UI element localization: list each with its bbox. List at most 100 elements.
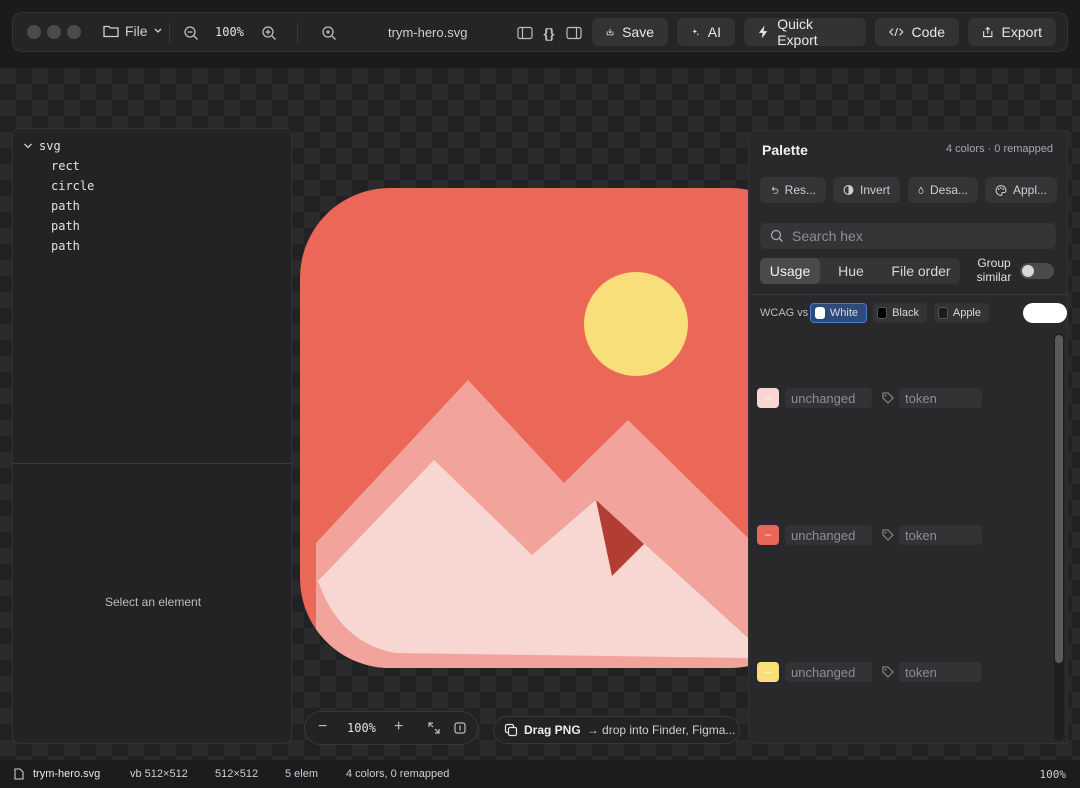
tree-node-label: svg [39, 139, 61, 153]
color-row[interactable]: – unchanged token [749, 388, 1049, 410]
zoom-fit-button[interactable] [319, 23, 339, 43]
zoom-out-icon [184, 26, 198, 40]
plus-icon[interactable]: + [394, 718, 403, 736]
tree-node[interactable]: path [51, 199, 80, 213]
copy-image-icon [504, 723, 518, 737]
hex-search-field[interactable]: Search hex [760, 223, 1056, 249]
file-menu[interactable]: File [103, 23, 162, 39]
tag-icon [882, 666, 894, 678]
quick-export-label: Quick Export [777, 16, 818, 48]
sort-tab-file-order[interactable]: File order [882, 258, 960, 284]
wcag-option-apple[interactable]: Apple [934, 303, 989, 323]
minus-icon[interactable]: − [318, 718, 327, 736]
group-similar-label: Group similar [976, 256, 1012, 284]
desaturate-label: Desa... [929, 183, 968, 197]
wcag-option-label: Apple [952, 307, 981, 319]
group-similar-toggle[interactable] [1020, 263, 1054, 279]
code-button[interactable]: Code [875, 18, 959, 46]
color-row[interactable]: – unchanged token [749, 662, 1049, 684]
color-row[interactable]: – unchanged token [749, 525, 1049, 547]
zoom-in-button[interactable] [259, 23, 279, 43]
artwork-preview[interactable] [300, 188, 748, 668]
sparkles-icon [692, 28, 700, 36]
wcag-option-white[interactable]: White [810, 303, 867, 323]
status-viewbox: vb 512×512 [130, 768, 188, 780]
wcag-option-label: White [829, 307, 858, 319]
chevron-down-icon[interactable] [23, 142, 33, 150]
black-swatch-icon [877, 307, 888, 319]
palette-title: Palette [762, 142, 808, 158]
invert-button[interactable]: Invert [833, 177, 900, 203]
file-menu-label: File [125, 23, 148, 39]
reset-button[interactable]: Res... [760, 177, 826, 203]
color-status-field[interactable]: unchanged [785, 525, 872, 545]
lightning-icon [758, 25, 768, 39]
export-label: Export [1001, 24, 1042, 40]
hex-search-placeholder: Search hex [792, 228, 863, 244]
artwork-sun [584, 272, 688, 376]
braces-icon: {} [543, 25, 555, 41]
toggle-sidebar-button[interactable] [515, 23, 535, 43]
layer-tree: svg rect circle path path path [13, 129, 291, 464]
palette-divider [749, 294, 1067, 295]
tree-node[interactable]: path [51, 239, 80, 253]
actual-size-icon[interactable] [454, 722, 466, 734]
toolbar: File 100% trym-hero.svg {} Save AI Quick… [12, 12, 1068, 52]
minimize-window-button[interactable] [47, 25, 61, 39]
color-token-field[interactable]: token [899, 662, 982, 682]
ai-label: AI [707, 24, 721, 40]
droplet-icon [918, 186, 924, 194]
status-filename: trym-hero.svg [33, 768, 101, 780]
apply-palette-button[interactable]: Appl... [985, 177, 1057, 203]
folder-icon [103, 25, 119, 38]
canvas-zoom-control: − 100% + [304, 711, 478, 745]
chevron-down-icon [154, 28, 162, 33]
window-controls [27, 25, 81, 39]
tag-icon [882, 392, 894, 404]
toolbar-divider [169, 23, 170, 43]
layers-panel: svg rect circle path path path Select an… [12, 128, 292, 744]
wcag-option-black[interactable]: Black [873, 303, 927, 323]
save-button[interactable]: Save [592, 18, 668, 46]
invert-label: Invert [859, 183, 890, 197]
color-swatch[interactable]: – [757, 662, 779, 682]
zoom-level: 100% [215, 25, 244, 39]
quick-export-button[interactable]: Quick Export [744, 16, 866, 48]
wcag-label: WCAG vs [760, 307, 809, 319]
toggle-inspector-button[interactable] [564, 23, 584, 43]
sort-tab-usage[interactable]: Usage [760, 258, 820, 284]
export-button[interactable]: Export [968, 18, 1056, 46]
sidebar-right-icon [566, 26, 582, 40]
zoom-in-icon [262, 26, 276, 40]
sort-tab-hue[interactable]: Hue [820, 258, 882, 284]
white-swatch-icon [815, 307, 825, 319]
palette-scrollbar-thumb[interactable] [1055, 335, 1063, 663]
zoom-fit-icon [322, 26, 336, 40]
tree-node[interactable]: circle [51, 179, 94, 193]
wcag-option-label: Black [892, 307, 919, 319]
color-swatch[interactable]: – [757, 525, 779, 545]
fit-to-screen-icon[interactable] [428, 722, 440, 734]
maximize-window-button[interactable] [67, 25, 81, 39]
color-status-field[interactable]: unchanged [785, 388, 872, 408]
tree-node-root[interactable]: svg [23, 139, 61, 153]
desaturate-button[interactable]: Desa... [908, 177, 978, 203]
tree-node[interactable]: path [51, 219, 80, 233]
document-icon [14, 768, 24, 780]
drag-png-handle[interactable]: Drag PNG → drop into Finder, Figma... [493, 716, 740, 744]
zoom-out-button[interactable] [181, 23, 201, 43]
tree-node[interactable]: rect [51, 159, 80, 173]
ai-button[interactable]: AI [677, 18, 735, 46]
drag-png-hint: → drop into Finder, Figma... [586, 723, 736, 737]
status-zoom: 100% [1039, 768, 1067, 781]
toggle-code-view-button[interactable]: {} [539, 23, 559, 43]
close-window-button[interactable] [27, 25, 41, 39]
save-icon [606, 28, 614, 36]
color-token-field[interactable]: token [899, 525, 982, 545]
code-icon [889, 27, 904, 37]
sidebar-left-icon [517, 26, 533, 40]
color-token-field[interactable]: token [899, 388, 982, 408]
color-swatch[interactable]: – [757, 388, 779, 408]
wcag-toggle[interactable] [1023, 303, 1067, 323]
color-status-field[interactable]: unchanged [785, 662, 872, 682]
